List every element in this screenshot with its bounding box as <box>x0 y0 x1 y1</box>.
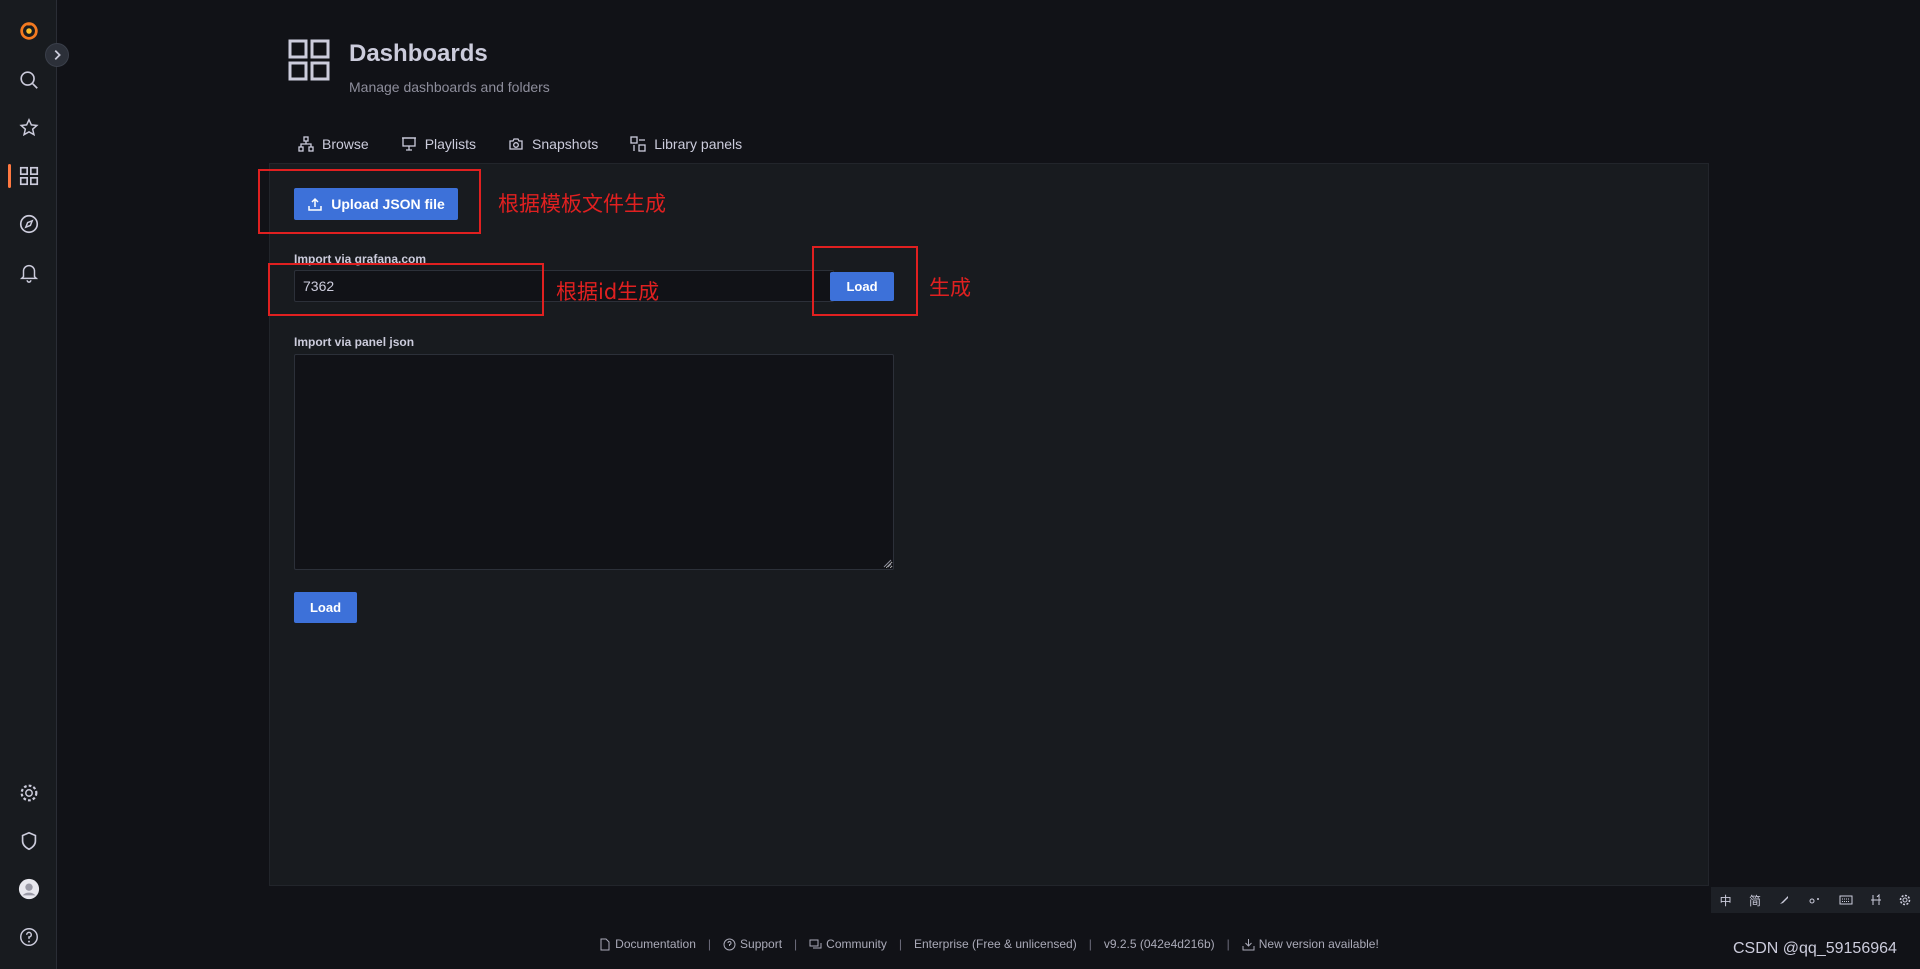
footer-support-link[interactable]: Support <box>723 937 782 951</box>
annotation-text-upload: 根据模板文件生成 <box>498 192 666 216</box>
star-icon[interactable] <box>0 108 57 148</box>
shield-icon[interactable] <box>0 821 57 861</box>
camera-icon <box>509 138 523 150</box>
sidebar <box>0 0 69 969</box>
question-circle-icon <box>723 938 736 950</box>
tab-playlists[interactable]: Playlists <box>401 130 476 158</box>
dashboards-page-icon <box>288 39 330 81</box>
footer-documentation-label: Documentation <box>615 937 696 951</box>
tab-label: Browse <box>322 136 369 152</box>
ime-simplified-toggle[interactable]: 简 <box>1749 892 1761 909</box>
resize-handle-icon[interactable] <box>883 559 892 568</box>
footer-documentation-link[interactable]: Documentation <box>598 937 696 951</box>
tab-label: Snapshots <box>532 136 599 152</box>
footer-separator: | <box>707 937 712 951</box>
tab-label: Playlists <box>424 136 477 152</box>
tab-snapshots[interactable]: Snapshots <box>508 130 598 158</box>
page-title: Dashboards <box>349 40 488 67</box>
download-icon <box>1242 938 1255 950</box>
sitemap-icon <box>298 136 314 152</box>
footer-separator: | <box>794 937 798 951</box>
document-icon <box>600 938 610 950</box>
page-subtitle: Manage dashboards and folders <box>349 79 550 95</box>
footer-support-label: Support <box>740 937 783 951</box>
footer-community-label: Community <box>826 937 887 951</box>
annotation-box-upload <box>258 169 481 234</box>
load-json-button[interactable]: Load <box>294 592 357 623</box>
avatar[interactable] <box>0 869 57 909</box>
footer-new-version-label: New version available! <box>1258 937 1379 951</box>
footer: Documentation | Support | Community | En… <box>0 934 1920 954</box>
bell-icon[interactable] <box>0 252 57 292</box>
watermark: CSDN @qq_59156964 <box>1733 940 1897 957</box>
comments-icon <box>809 939 822 948</box>
ime-chinese-toggle[interactable]: 中 <box>1720 892 1732 909</box>
footer-separator: | <box>1088 937 1092 951</box>
footer-separator: | <box>1226 937 1230 951</box>
tab-label: Library panels <box>654 136 743 152</box>
brush-icon[interactable] <box>1778 894 1790 906</box>
footer-separator: | <box>898 937 902 951</box>
ime-toolbar: 中 简 <box>1711 887 1920 913</box>
footer-community-link[interactable]: Community <box>809 937 887 951</box>
annotation-box-load <box>812 246 918 316</box>
symbol-icon[interactable] <box>1870 894 1882 906</box>
footer-edition: Enterprise (Free & unlicensed) <box>913 937 1077 951</box>
keyboard-icon[interactable] <box>1839 894 1853 906</box>
punctuation-icon[interactable] <box>1808 894 1822 906</box>
tab-bar: Browse Playlists Snapshots Library panel… <box>298 130 742 160</box>
panel-json-textarea[interactable] <box>294 354 894 570</box>
annotation-text-load: 生成 <box>929 276 971 300</box>
search-icon[interactable] <box>0 60 57 100</box>
compass-icon[interactable] <box>0 204 57 244</box>
ime-settings-icon[interactable] <box>1899 894 1911 906</box>
tab-library-panels[interactable]: Library panels <box>630 130 742 158</box>
tab-browse[interactable]: Browse <box>298 130 369 158</box>
dashboards-icon[interactable] <box>0 156 57 196</box>
footer-version: v9.2.5 (042e4d216b) <box>1103 937 1215 951</box>
annotation-text-id: 根据id生成 <box>556 280 660 304</box>
library-panels-icon <box>630 136 646 152</box>
gear-icon[interactable] <box>0 773 57 813</box>
annotation-box-id <box>268 263 544 316</box>
footer-new-version-link[interactable]: New version available! <box>1242 937 1379 951</box>
panel-json-label: Import via panel json <box>294 335 415 349</box>
presentation-icon <box>401 137 416 151</box>
